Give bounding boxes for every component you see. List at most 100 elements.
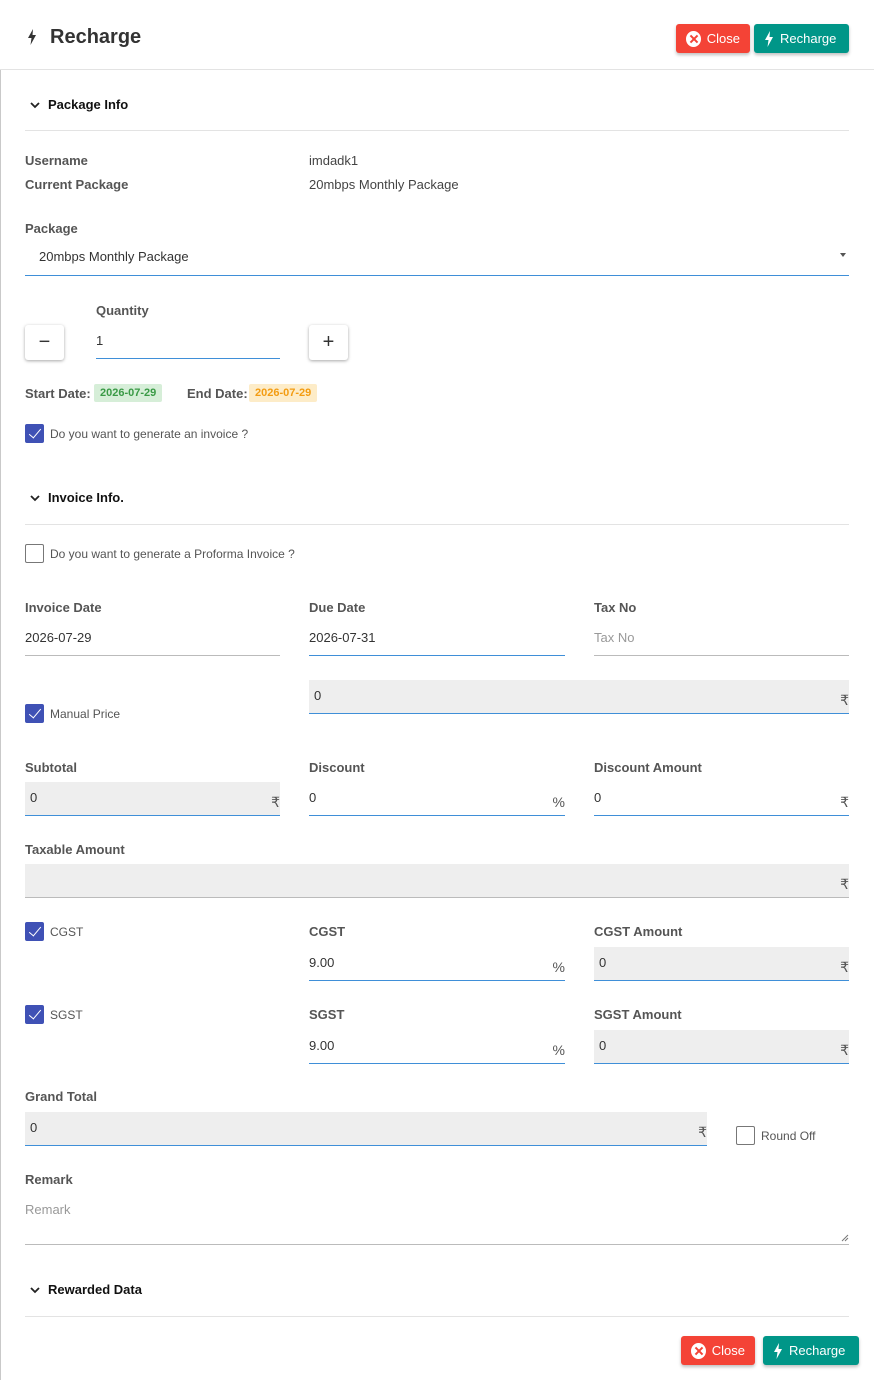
- remark-label: Remark: [25, 1172, 73, 1187]
- round-off-label: Round Off: [761, 1129, 816, 1143]
- rupee-icon: ₹: [271, 794, 280, 810]
- manual-price-checkbox[interactable]: [25, 704, 44, 723]
- sgst-amount-label: SGST Amount: [594, 1007, 682, 1022]
- chevron-down-icon: [30, 495, 40, 502]
- sgst-input[interactable]: 9.00 %: [309, 1030, 565, 1064]
- quantity-increase-button[interactable]: +: [309, 325, 348, 360]
- package-label: Package: [25, 221, 78, 236]
- discount-label: Discount: [309, 760, 365, 775]
- grand-total-input[interactable]: 0 ₹: [25, 1112, 707, 1146]
- start-date-badge: 2026-07-29: [94, 384, 163, 402]
- rupee-icon: ₹: [840, 1042, 849, 1058]
- discount-amount-value: 0: [594, 790, 602, 805]
- manual-price-label: Manual Price: [50, 707, 121, 721]
- end-date-badge: 2026-07-29: [249, 384, 318, 402]
- recharge-button[interactable]: Recharge: [754, 24, 849, 53]
- percent-icon: %: [552, 794, 565, 810]
- sgst-check-label: SGST: [50, 1008, 83, 1022]
- sgst-label: SGST: [309, 1007, 345, 1022]
- page-title: Recharge: [50, 26, 142, 48]
- section-title: Package Info: [48, 97, 129, 112]
- current-package-label: Current Package: [25, 177, 129, 192]
- sgst-checkbox[interactable]: [25, 1005, 44, 1024]
- tax-no-placeholder: Tax No: [594, 630, 635, 645]
- percent-icon: %: [552, 1042, 565, 1058]
- invoice-date-field[interactable]: 2026-07-29: [25, 622, 280, 656]
- cgst-value: 9.00: [309, 955, 335, 970]
- discount-input[interactable]: 0 %: [309, 782, 565, 816]
- dialog-left-border: [0, 70, 1, 1380]
- rupee-icon: ₹: [698, 1124, 707, 1140]
- remark-placeholder: Remark: [25, 1202, 71, 1217]
- rupee-icon: ₹: [840, 692, 849, 708]
- cgst-label: CGST: [309, 924, 346, 939]
- taxable-amount-input[interactable]: ₹: [25, 864, 849, 898]
- remark-textarea[interactable]: Remark: [25, 1194, 849, 1245]
- package-info-section-header[interactable]: Package Info: [25, 97, 849, 131]
- chevron-down-icon: [30, 1287, 40, 1294]
- generate-invoice-checkbox[interactable]: [25, 424, 44, 443]
- close-icon: [691, 1342, 706, 1359]
- start-date-label: Start Date:: [25, 386, 91, 401]
- cgst-check-label: CGST: [50, 925, 84, 939]
- sgst-amount-input[interactable]: 0 ₹: [594, 1030, 849, 1064]
- discount-amount-input[interactable]: 0 ₹: [594, 782, 849, 816]
- rupee-icon: ₹: [840, 794, 849, 810]
- bolt-icon: [765, 30, 773, 47]
- close-button-label: Close: [711, 1343, 745, 1358]
- footer-recharge-button[interactable]: Recharge: [763, 1336, 859, 1365]
- taxable-amount-label: Taxable Amount: [25, 842, 125, 857]
- close-button-label: Close: [706, 31, 740, 46]
- minus-icon: −: [38, 331, 51, 353]
- discount-amount-label: Discount Amount: [594, 760, 702, 775]
- cgst-input[interactable]: 9.00 %: [309, 947, 565, 981]
- due-date-value: 2026-07-31: [309, 630, 376, 645]
- due-date-label: Due Date: [309, 600, 366, 615]
- footer-close-button[interactable]: Close: [681, 1336, 755, 1365]
- quantity-decrease-button[interactable]: −: [25, 325, 64, 360]
- username-label: Username: [25, 153, 88, 168]
- quantity-value: 1: [96, 333, 104, 348]
- rupee-icon: ₹: [840, 876, 849, 892]
- generate-invoice-label: Do you want to generate an invoice ?: [50, 427, 249, 441]
- recharge-button-label: Recharge: [789, 1343, 846, 1358]
- proforma-label: Do you want to generate a Proforma Invoi…: [50, 547, 295, 561]
- quantity-input[interactable]: 1: [96, 325, 280, 359]
- bolt-icon: [774, 1342, 782, 1359]
- chevron-down-icon: [30, 102, 40, 109]
- rewarded-data-section-header[interactable]: Rewarded Data: [25, 1282, 849, 1317]
- subtotal-input[interactable]: 0 ₹: [25, 782, 280, 816]
- cgst-amount-value: 0: [599, 955, 607, 970]
- grand-total-value: 0: [30, 1120, 38, 1135]
- subtotal-label: Subtotal: [25, 760, 77, 775]
- section-title: Rewarded Data: [48, 1282, 142, 1297]
- current-package-value: 20mbps Monthly Package: [309, 177, 459, 192]
- cgst-amount-input[interactable]: 0 ₹: [594, 947, 849, 981]
- bolt-icon: [28, 29, 36, 45]
- tax-no-input[interactable]: Tax No: [594, 622, 849, 656]
- plus-icon: +: [322, 331, 335, 353]
- cgst-checkbox[interactable]: [25, 922, 44, 941]
- proforma-checkbox[interactable]: [25, 544, 44, 563]
- rupee-icon: ₹: [840, 959, 849, 975]
- discount-value: 0: [309, 790, 317, 805]
- close-button[interactable]: Close: [676, 24, 750, 53]
- section-title: Invoice Info.: [48, 490, 124, 505]
- manual-price-value: 0: [314, 688, 322, 703]
- due-date-field[interactable]: 2026-07-31: [309, 622, 565, 656]
- invoice-info-section-header[interactable]: Invoice Info.: [25, 490, 849, 525]
- recharge-button-label: Recharge: [780, 31, 837, 46]
- subtotal-value: 0: [30, 790, 38, 805]
- round-off-checkbox[interactable]: [736, 1126, 755, 1145]
- end-date-label: End Date:: [187, 386, 248, 401]
- dropdown-caret-icon: [840, 253, 846, 257]
- package-select[interactable]: 20mbps Monthly Package: [25, 240, 849, 276]
- manual-price-input[interactable]: 0 ₹: [309, 680, 849, 714]
- quantity-label: Quantity: [96, 303, 149, 318]
- package-select-value: 20mbps Monthly Package: [39, 249, 189, 264]
- grand-total-label: Grand Total: [25, 1089, 97, 1104]
- tax-no-label: Tax No: [594, 600, 637, 615]
- username-value: imdadk1: [309, 153, 359, 168]
- resize-handle-icon[interactable]: [841, 1234, 849, 1242]
- invoice-date-value: 2026-07-29: [25, 630, 92, 645]
